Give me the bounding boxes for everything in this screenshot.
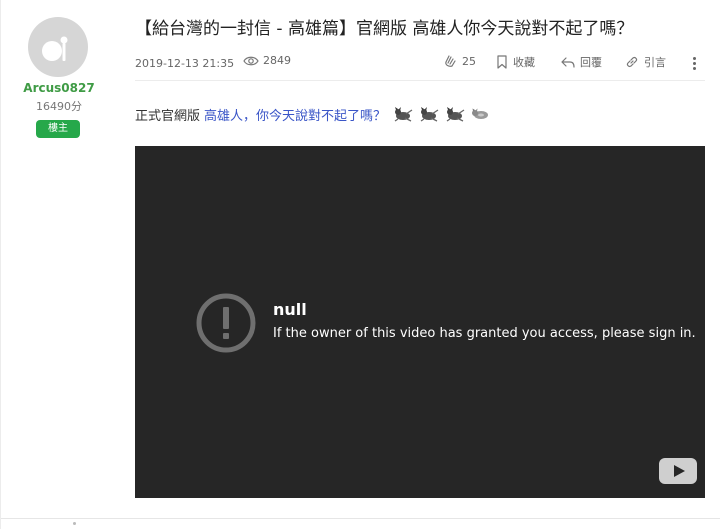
dancing-cat-icon (420, 107, 439, 122)
emote-group (392, 106, 494, 122)
video-error-title: null (273, 300, 307, 319)
post-title: 【給台灣的一封信 - 高雄篇】官網版 高雄人你今天說對不起了嗎？ (135, 19, 634, 39)
favorite-button[interactable]: 收藏 (496, 54, 535, 70)
avatar[interactable] (28, 17, 88, 77)
post-separator (1, 518, 720, 519)
reply-button[interactable]: 回覆 (561, 54, 602, 70)
more-options-icon[interactable] (689, 55, 699, 71)
youtube-play-icon[interactable] (659, 458, 697, 484)
reply-arrow-icon (561, 57, 575, 68)
bookmark-icon (497, 55, 507, 69)
author-points: 16490分 (36, 100, 82, 113)
post-date: 2019-12-13 21:35 (135, 57, 235, 70)
like-count: 25 (462, 54, 476, 68)
forum-post: Arcus0827 16490分 樓主 【給台灣的一封信 - 高雄篇】官網版 高… (0, 0, 720, 529)
view-count-value: 2849 (263, 54, 291, 67)
favorite-label: 收藏 (513, 56, 535, 69)
quote-button[interactable]: 引言 (625, 54, 666, 70)
quote-label: 引言 (644, 56, 666, 69)
eye-icon (243, 56, 259, 65)
author-name[interactable]: Arcus0827 (1, 81, 117, 95)
body-prefix: 正式官網版 (135, 108, 201, 124)
original-poster-badge: 樓主 (36, 120, 80, 138)
embedded-video-player[interactable]: null If the owner of this video has gran… (135, 146, 705, 498)
divider (135, 80, 705, 81)
like-button[interactable]: 25 (443, 54, 476, 68)
alert-circle-icon (196, 293, 256, 353)
default-avatar-icon (42, 36, 68, 61)
view-count: 2849 (243, 54, 291, 67)
dancing-cat-icon (446, 107, 465, 122)
lying-cat-icon (472, 108, 489, 119)
reply-label: 回覆 (580, 56, 602, 69)
dancing-cat-icon (394, 107, 413, 122)
body-link[interactable]: 高雄人，你今天說對不起了嗎？ (204, 105, 386, 124)
post-body: 正式官網版 高雄人，你今天說對不起了嗎？ (135, 103, 494, 125)
post-meta-bar: 2019-12-13 21:35 2849 25 收藏 回覆 引言 (135, 53, 705, 75)
separator-dot (73, 522, 76, 525)
clap-hands-icon (445, 55, 456, 67)
link-chain-icon (626, 57, 638, 67)
video-error-message: If the owner of this video has granted y… (273, 326, 696, 341)
